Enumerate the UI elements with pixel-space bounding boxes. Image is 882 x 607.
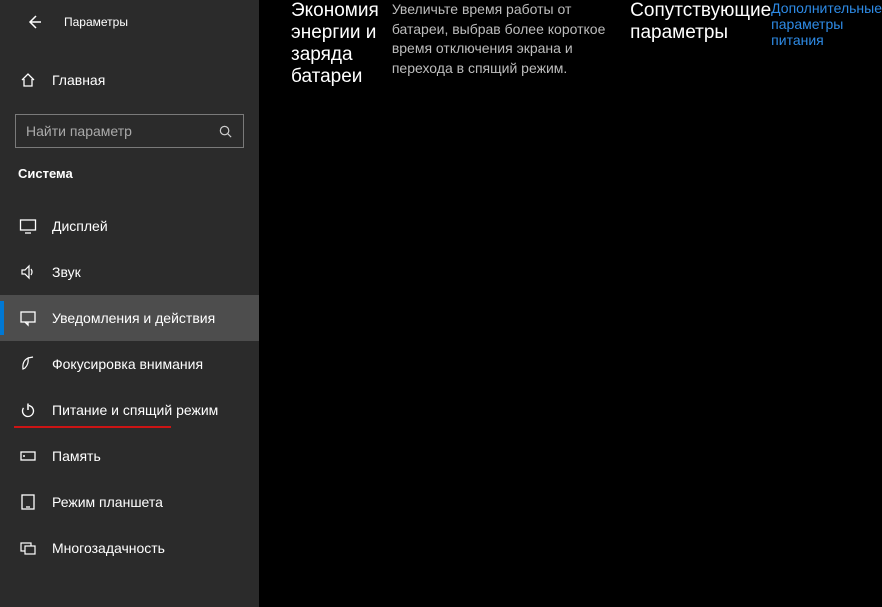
sidebar-item-label: Уведомления и действия [52,310,215,326]
sidebar-item-power[interactable]: Питание и спящий режим [0,387,259,433]
sidebar-home-label: Главная [52,72,105,88]
battery-body-text: Увеличьте время работы от батареи, выбра… [392,0,630,577]
window-title: Параметры [64,15,128,29]
sidebar-item-label: Память [52,448,101,464]
sidebar-item-notifications[interactable]: Уведомления и действия [0,295,259,341]
focus-icon [18,354,38,374]
display-icon [18,216,38,236]
main-panel: Питание и спящий режим Экран При питании… [259,0,291,607]
section-battery-heading: Экономия энергии и заряда батареи [291,0,392,593]
sidebar-item-label: Звук [52,264,81,280]
window-titlebar: Параметры [0,4,259,40]
sidebar-nav: Дисплей Звук Уведомления и действия Фоку… [0,203,259,571]
storage-icon [18,446,38,466]
sidebar-item-sound[interactable]: Звук [0,249,259,295]
back-button[interactable] [18,6,50,38]
power-icon [18,400,38,420]
sidebar-item-multitasking[interactable]: Многозадачность [0,525,259,571]
search-box[interactable] [15,114,244,148]
arrow-left-icon [26,14,42,30]
sidebar-item-label: Многозадачность [52,540,165,556]
sidebar-item-label: Фокусировка внимания [52,356,203,372]
sidebar-home[interactable]: Главная [0,60,259,100]
search-input[interactable] [16,123,207,139]
sidebar-item-storage[interactable]: Память [0,433,259,479]
sidebar: Параметры Главная Система Дисплей Звук [0,0,259,607]
section-related-heading: Сопутствующие параметры [630,0,771,597]
home-icon [18,72,38,88]
related-link-power-options[interactable]: Дополнительные параметры питания [771,0,882,607]
sidebar-item-label: Питание и спящий режим [52,402,218,418]
sidebar-item-focus[interactable]: Фокусировка внимания [0,341,259,387]
notifications-icon [18,308,38,328]
sidebar-item-tablet[interactable]: Режим планшета [0,479,259,525]
search-row [15,114,244,148]
red-underline-annotation [14,426,171,428]
multitasking-icon [18,538,38,558]
sidebar-item-display[interactable]: Дисплей [0,203,259,249]
sidebar-group-header: Система [0,148,259,187]
tablet-icon [18,492,38,512]
sidebar-item-label: Режим планшета [52,494,163,510]
search-icon [207,124,243,139]
sound-icon [18,262,38,282]
sidebar-item-label: Дисплей [52,218,108,234]
